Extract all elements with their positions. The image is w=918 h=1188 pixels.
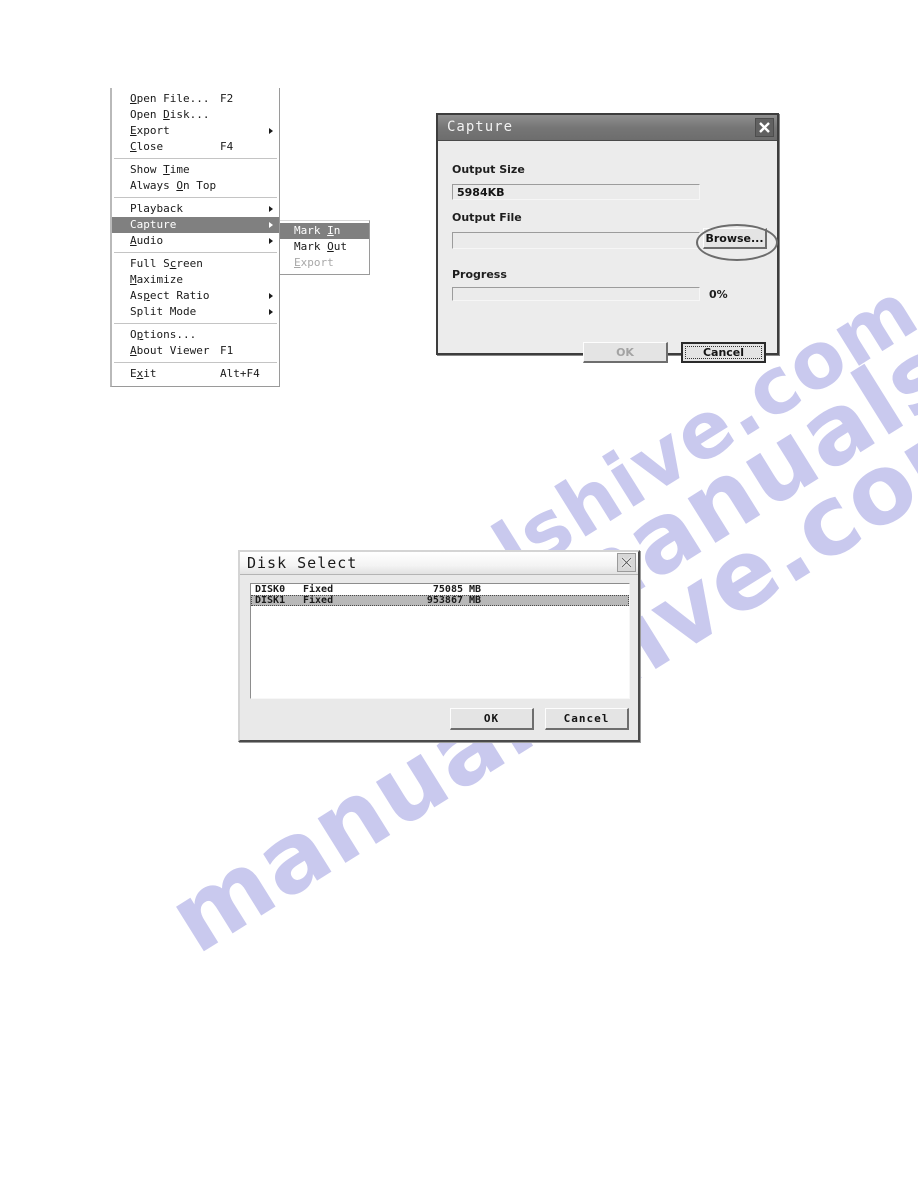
disk-select-title: Disk Select [247,554,358,572]
submenu-item-mark-in[interactable]: Mark In [280,223,369,239]
close-x-icon[interactable] [755,118,774,137]
menu-item-open-disk[interactable]: Open Disk... [112,107,279,123]
submenu-item-mark-out[interactable]: Mark Out [280,239,369,255]
submenu-arrow-icon [269,309,273,315]
disk-cancel-button[interactable]: Cancel [545,708,629,730]
disk-list-row[interactable]: DISK1 Fixed 953867 MB [251,595,629,606]
menu-item-label: Always On Top [130,179,217,192]
disk-size: 75085 [432,584,463,595]
menu-item-label: Exit [130,367,157,380]
menu-item-accelerator: F1 [220,344,234,357]
menu-item-label: Capture [130,218,177,231]
submenu-item-label: Mark Out [294,240,347,253]
submenu-arrow-icon [269,206,273,212]
disk-type: Fixed [303,595,334,606]
browse-button-label: Browse... [705,232,764,245]
output-file-label: Output File [452,211,522,224]
disk-list[interactable]: DISK0 Fixed 75085 MB DISK1 Fixed 953867 … [250,583,630,699]
menu-item-playback[interactable]: Playback [112,201,279,217]
menu-item-label: About Viewer [130,344,210,357]
menu-item-label: Maximize [130,273,183,286]
output-file-input[interactable] [452,232,700,249]
submenu-arrow-icon [269,222,273,228]
submenu-arrow-icon [269,128,273,134]
close-x-icon[interactable] [617,553,636,572]
cancel-button-label: Cancel [702,346,745,359]
submenu-arrow-icon [269,238,273,244]
disk-select-titlebar[interactable]: Disk Select [240,552,638,575]
disk-name: DISK1 [255,595,286,606]
menu-item-label: Split Mode [130,305,197,318]
viewer-context-menu[interactable]: Open File... F2 Open Disk... Export Clos… [110,88,280,387]
menu-item-about-viewer[interactable]: About Viewer F1 [112,343,279,359]
output-size-label: Output Size [452,163,525,176]
disk-ok-button[interactable]: OK [450,708,534,730]
submenu-item-export: Export [280,255,369,271]
menu-item-accelerator: F4 [220,140,234,153]
menu-item-split-mode[interactable]: Split Mode [112,304,279,320]
menu-item-full-screen[interactable]: Full Screen [112,256,279,272]
browse-button[interactable]: Browse... [703,228,767,249]
submenu-item-label: Mark In [294,224,341,237]
progress-label: Progress [452,268,507,281]
menu-item-export[interactable]: Export [112,123,279,139]
submenu-arrow-icon [269,293,273,299]
disk-size: 953867 [426,595,463,606]
menu-item-exit[interactable]: Exit Alt+F4 [112,366,279,382]
progress-percent: 0% [709,288,728,301]
capture-dialog-titlebar[interactable]: Capture [438,115,777,141]
menu-item-label: Options... [130,328,197,341]
disk-type: Fixed [303,584,334,595]
menu-item-audio[interactable]: Audio [112,233,279,249]
menu-item-options[interactable]: Options... [112,327,279,343]
disk-cancel-button-label: Cancel [563,712,610,725]
menu-separator [114,362,277,363]
menu-item-accelerator: Alt+F4 [220,367,260,380]
submenu-item-label: Export [294,256,334,269]
menu-item-label: Export [130,124,170,137]
menu-separator [114,197,277,198]
menu-item-label: Aspect Ratio [130,289,210,302]
menu-item-open-file[interactable]: Open File... F2 [112,91,279,107]
menu-item-label: Close [130,140,164,153]
disk-ok-button-label: OK [483,712,500,725]
disk-list-row[interactable]: DISK0 Fixed 75085 MB [251,584,629,595]
output-size-field: 5984KB [452,184,700,200]
menu-item-always-on-top[interactable]: Always On Top [112,178,279,194]
capture-dialog-title: Capture [447,119,514,135]
menu-item-maximize[interactable]: Maximize [112,272,279,288]
menu-separator [114,323,277,324]
menu-item-close[interactable]: Close F4 [112,139,279,155]
disk-name: DISK0 [255,584,286,595]
disk-size-unit: MB [469,584,482,595]
menu-separator [114,158,277,159]
cancel-button[interactable]: Cancel [681,342,766,363]
progress-bar [452,287,700,301]
menu-item-label: Playback [130,202,183,215]
ok-button: OK [583,342,668,363]
menu-item-show-time[interactable]: Show Time [112,162,279,178]
menu-item-capture[interactable]: Capture [112,217,279,233]
menu-item-accelerator: F2 [220,92,234,105]
disk-size-unit: MB [469,595,482,606]
capture-submenu[interactable]: Mark In Mark Out Export [280,220,370,275]
disk-select-dialog: Disk Select DISK0 Fixed 75085 MB DISK1 F… [238,550,640,742]
menu-item-label: Show Time [130,163,190,176]
menu-item-aspect-ratio[interactable]: Aspect Ratio [112,288,279,304]
menu-item-label: Audio [130,234,164,247]
menu-item-label: Open File... [130,92,210,105]
menu-item-label: Open Disk... [130,108,210,121]
menu-separator [114,252,277,253]
menu-item-label: Full Screen [130,257,203,270]
ok-button-label: OK [616,346,634,359]
